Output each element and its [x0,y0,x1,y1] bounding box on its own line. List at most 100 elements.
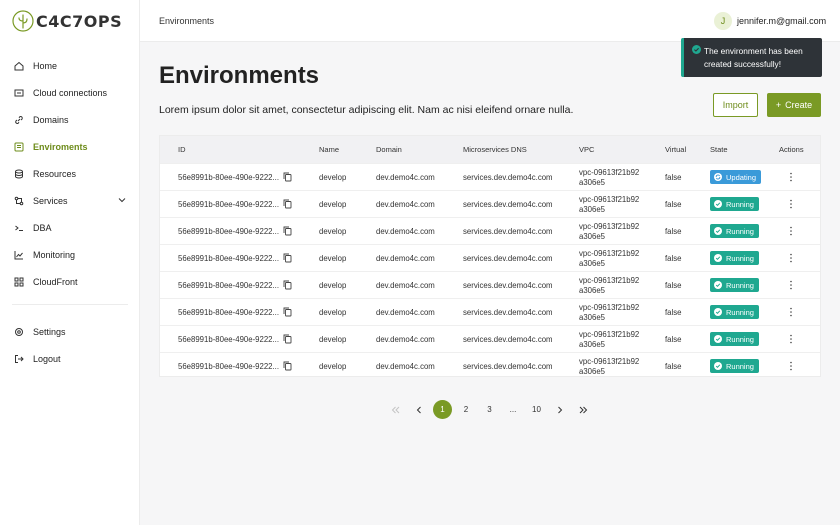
gear-icon [14,327,24,337]
cell-name: develop [319,173,347,182]
column-header-id[interactable]: ID [178,145,186,154]
cell-domain: dev.demo4c.com [376,200,435,209]
terminal-icon [14,223,24,233]
cell-vpc: vpc-09613f21b92 a306e5 [579,222,639,241]
cloudfront-icon [14,277,24,287]
more-actions-icon[interactable] [789,334,793,344]
column-header-virtual[interactable]: Virtual [665,145,686,154]
sidebar-item-cloudfront[interactable]: CloudFront [0,268,140,295]
sidebar-item-dba[interactable]: DBA [0,214,140,241]
page-button-1[interactable]: 1 [433,400,452,419]
column-header-vpc[interactable]: VPC [579,145,594,154]
cell-dns: services.dev.demo4c.com [463,227,553,236]
sidebar-item-settings[interactable]: Settings [0,318,140,345]
status-label: Running [726,280,754,290]
top-bar: Environments J jennifer.m@gmail.com [140,0,840,42]
cloud-connection-icon [14,88,24,98]
sidebar-item-label: CloudFront [33,276,78,287]
table-row[interactable]: 56e8991b-80ee-490e-9222... develop dev.dem… [160,271,820,298]
more-actions-icon[interactable] [789,307,793,317]
page-button-3[interactable]: 3 [480,400,499,419]
column-header-actions: Actions [779,145,804,154]
sidebar-item-monitoring[interactable]: Monitoring [0,241,140,268]
page-title: Environments [159,62,320,89]
column-header-dns[interactable]: Microservices DNS [463,145,527,154]
cell-virtual: false [665,362,682,371]
table-row[interactable]: 56e8991b-80ee-490e-9222... develop dev.dem… [160,163,820,190]
copy-icon[interactable] [283,334,292,344]
table-row[interactable]: 56e8991b-80ee-490e-9222... develop dev.dem… [160,244,820,271]
copy-icon[interactable] [283,172,292,182]
last-page-icon[interactable] [574,400,593,419]
cell-id: 56e8991b-80ee-490e-9222... [178,362,280,371]
sidebar-item-resources[interactable]: Resources [0,160,140,187]
success-toast[interactable]: The environment has been created success… [681,38,822,77]
more-actions-icon[interactable] [789,253,793,263]
table-row[interactable]: 56e8991b-80ee-490e-9222... develop dev.dem… [160,298,820,325]
copy-icon[interactable] [283,199,292,209]
sidebar-item-label: Domains [33,114,69,125]
more-actions-icon[interactable] [789,280,793,290]
status-badge: Running [710,305,759,319]
create-button[interactable]: + Create [767,93,821,117]
toast-message: The environment has been created success… [704,46,803,69]
cell-virtual: false [665,227,682,236]
prev-page-icon[interactable] [410,400,429,419]
chevron-down-icon[interactable] [118,196,126,204]
table-row[interactable]: 56e8991b-80ee-490e-9222... develop dev.dem… [160,217,820,244]
next-page-icon[interactable] [551,400,570,419]
copy-icon[interactable] [283,226,292,236]
cell-id: 56e8991b-80ee-490e-9222... [178,254,280,263]
table-row[interactable]: 56e8991b-80ee-490e-9222... develop dev.dem… [160,352,820,379]
more-actions-icon[interactable] [789,361,793,371]
table-body: 56e8991b-80ee-490e-9222... develop dev.dem… [160,163,820,379]
sidebar-item-cloud-connections[interactable]: Cloud connections [0,79,140,106]
import-button[interactable]: Import [713,93,758,117]
copy-icon[interactable] [283,253,292,263]
sidebar-item-logout[interactable]: Logout [0,345,140,372]
first-page-icon[interactable] [386,400,405,419]
sidebar-item-domains[interactable]: Domains [0,106,140,133]
sidebar-divider [12,304,128,305]
status-label: Running [726,253,754,263]
more-actions-icon[interactable] [789,226,793,236]
chart-icon [14,250,24,260]
breadcrumb[interactable]: Environments [159,16,214,26]
services-icon [14,196,24,206]
sidebar-item-enviroments[interactable]: Enviroments [0,133,140,160]
cell-domain: dev.demo4c.com [376,227,435,236]
logout-icon [14,354,24,364]
link-icon [14,115,24,125]
page-button-10[interactable]: 10 [527,400,546,419]
cell-domain: dev.demo4c.com [376,308,435,317]
copy-icon[interactable] [283,361,292,371]
brand-logo[interactable]: C4C7OPS [12,10,122,32]
column-header-name[interactable]: Name [319,145,339,154]
table-row[interactable]: 56e8991b-80ee-490e-9222... develop dev.dem… [160,190,820,217]
status-label: Running [726,199,754,209]
copy-icon[interactable] [283,280,292,290]
more-actions-icon[interactable] [789,199,793,209]
table-row[interactable]: 56e8991b-80ee-490e-9222... develop dev.dem… [160,325,820,352]
status-label: Running [726,334,754,344]
copy-icon[interactable] [283,307,292,317]
sidebar-item-home[interactable]: Home [0,52,140,79]
check-icon [714,281,722,289]
sidebar-nav: Home Cloud connections Domains Enviromen… [0,52,140,295]
user-menu[interactable]: J jennifer.m@gmail.com [714,12,826,30]
column-header-state[interactable]: State [710,145,728,154]
column-header-domain[interactable]: Domain [376,145,402,154]
cell-vpc: vpc-09613f21b92 a306e5 [579,276,639,295]
cell-id: 56e8991b-80ee-490e-9222... [178,281,280,290]
user-email: jennifer.m@gmail.com [737,16,827,26]
cell-id: 56e8991b-80ee-490e-9222... [178,335,280,344]
page-button-2[interactable]: 2 [457,400,476,419]
cell-domain: dev.demo4c.com [376,173,435,182]
cell-domain: dev.demo4c.com [376,254,435,263]
more-actions-icon[interactable] [789,172,793,182]
cell-dns: services.dev.demo4c.com [463,362,553,371]
sidebar-item-services[interactable]: Services [0,187,140,214]
status-badge: Running [710,359,759,373]
cell-vpc-line1: vpc-09613f21b92 [579,303,640,312]
cell-id: 56e8991b-80ee-490e-9222... [178,308,280,317]
